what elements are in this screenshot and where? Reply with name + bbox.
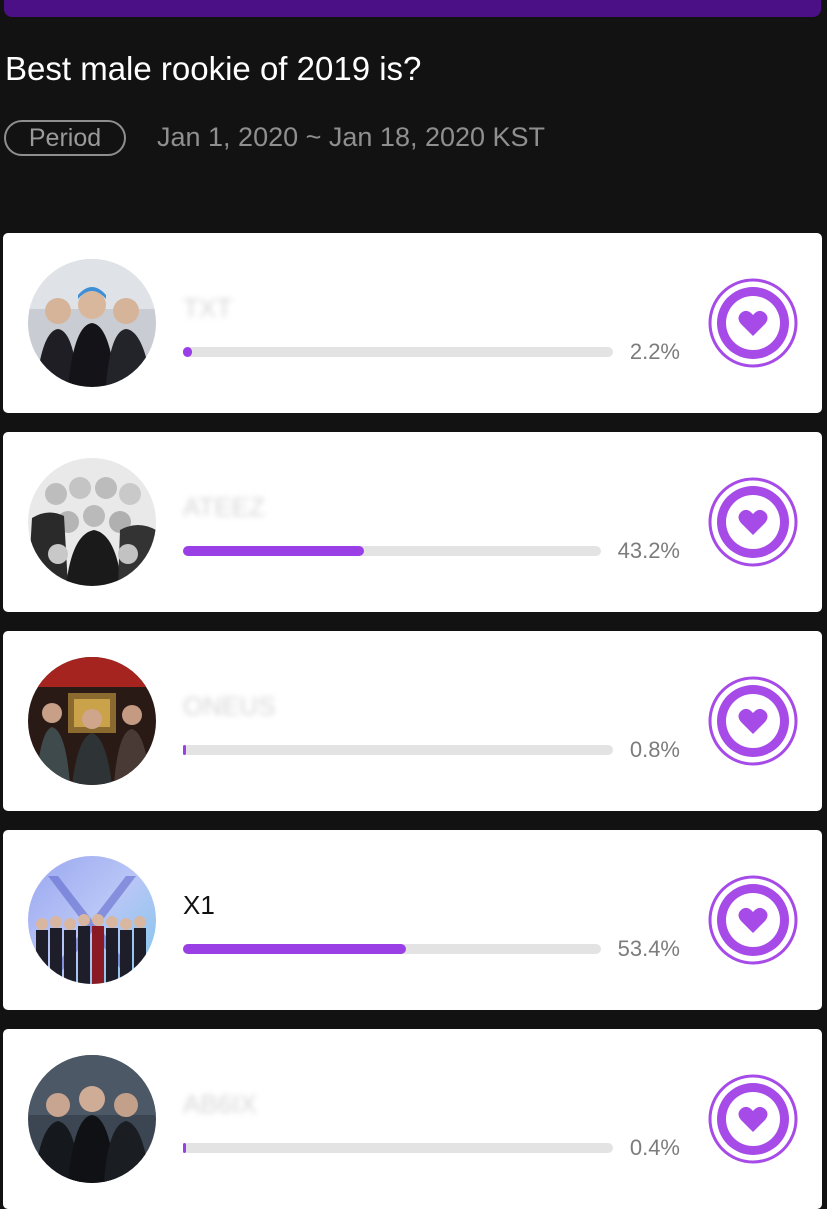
candidate-card-2: ATEEZ 43.2% bbox=[3, 432, 822, 612]
candidate-avatar bbox=[28, 458, 156, 586]
poll-title: Best male rookie of 2019 is? bbox=[5, 50, 422, 87]
vote-progress-track bbox=[183, 546, 601, 556]
vote-progress-track bbox=[183, 347, 613, 357]
vote-percentage: 43.2% bbox=[617, 538, 680, 563]
vote-progress-track bbox=[183, 1143, 613, 1153]
vote-percentage: 53.4% bbox=[617, 936, 680, 961]
candidate-card-4: X1 53.4% bbox=[3, 830, 822, 1010]
vote-progress-fill bbox=[183, 546, 364, 556]
candidate-name: ATEEZ bbox=[183, 492, 265, 522]
vote-progress-fill bbox=[183, 347, 193, 357]
candidate-avatar bbox=[28, 259, 156, 387]
period-dates: Jan 1, 2020 ~ Jan 18, 2020 KST bbox=[157, 122, 546, 152]
vote-progress-fill bbox=[183, 745, 187, 755]
heart-icon bbox=[708, 1074, 798, 1164]
heart-icon bbox=[708, 875, 798, 965]
vote-progress-fill bbox=[183, 944, 407, 954]
candidate-avatar bbox=[28, 856, 156, 984]
vote-percentage: 2.2% bbox=[629, 339, 680, 364]
candidate-card-3: ONEUS 0.8% bbox=[3, 631, 822, 811]
candidate-name: TXT bbox=[183, 293, 233, 323]
vote-percentage: 0.4% bbox=[629, 1135, 680, 1160]
candidate-name: X1 bbox=[183, 890, 215, 920]
vote-button[interactable] bbox=[708, 477, 798, 567]
vote-progress-track bbox=[183, 745, 613, 755]
vote-button[interactable] bbox=[708, 1074, 798, 1164]
period-badge: Period bbox=[4, 120, 126, 156]
candidate-card-1: TXT 2.2% bbox=[3, 233, 822, 413]
vote-button[interactable] bbox=[708, 875, 798, 965]
candidate-card-5: AB6IX 0.4% bbox=[3, 1029, 822, 1209]
vote-percentage: 0.8% bbox=[629, 737, 680, 762]
heart-icon bbox=[708, 477, 798, 567]
vote-progress-fill bbox=[183, 1143, 187, 1153]
candidate-avatar bbox=[28, 1055, 156, 1183]
vote-progress-track bbox=[183, 944, 601, 954]
heart-icon bbox=[708, 278, 798, 368]
candidate-avatar bbox=[28, 657, 156, 785]
vote-button[interactable] bbox=[708, 676, 798, 766]
candidate-name: AB6IX bbox=[183, 1089, 257, 1119]
vote-button[interactable] bbox=[708, 278, 798, 368]
candidate-name: ONEUS bbox=[183, 691, 276, 721]
top-bar bbox=[4, 0, 821, 17]
heart-icon bbox=[708, 676, 798, 766]
